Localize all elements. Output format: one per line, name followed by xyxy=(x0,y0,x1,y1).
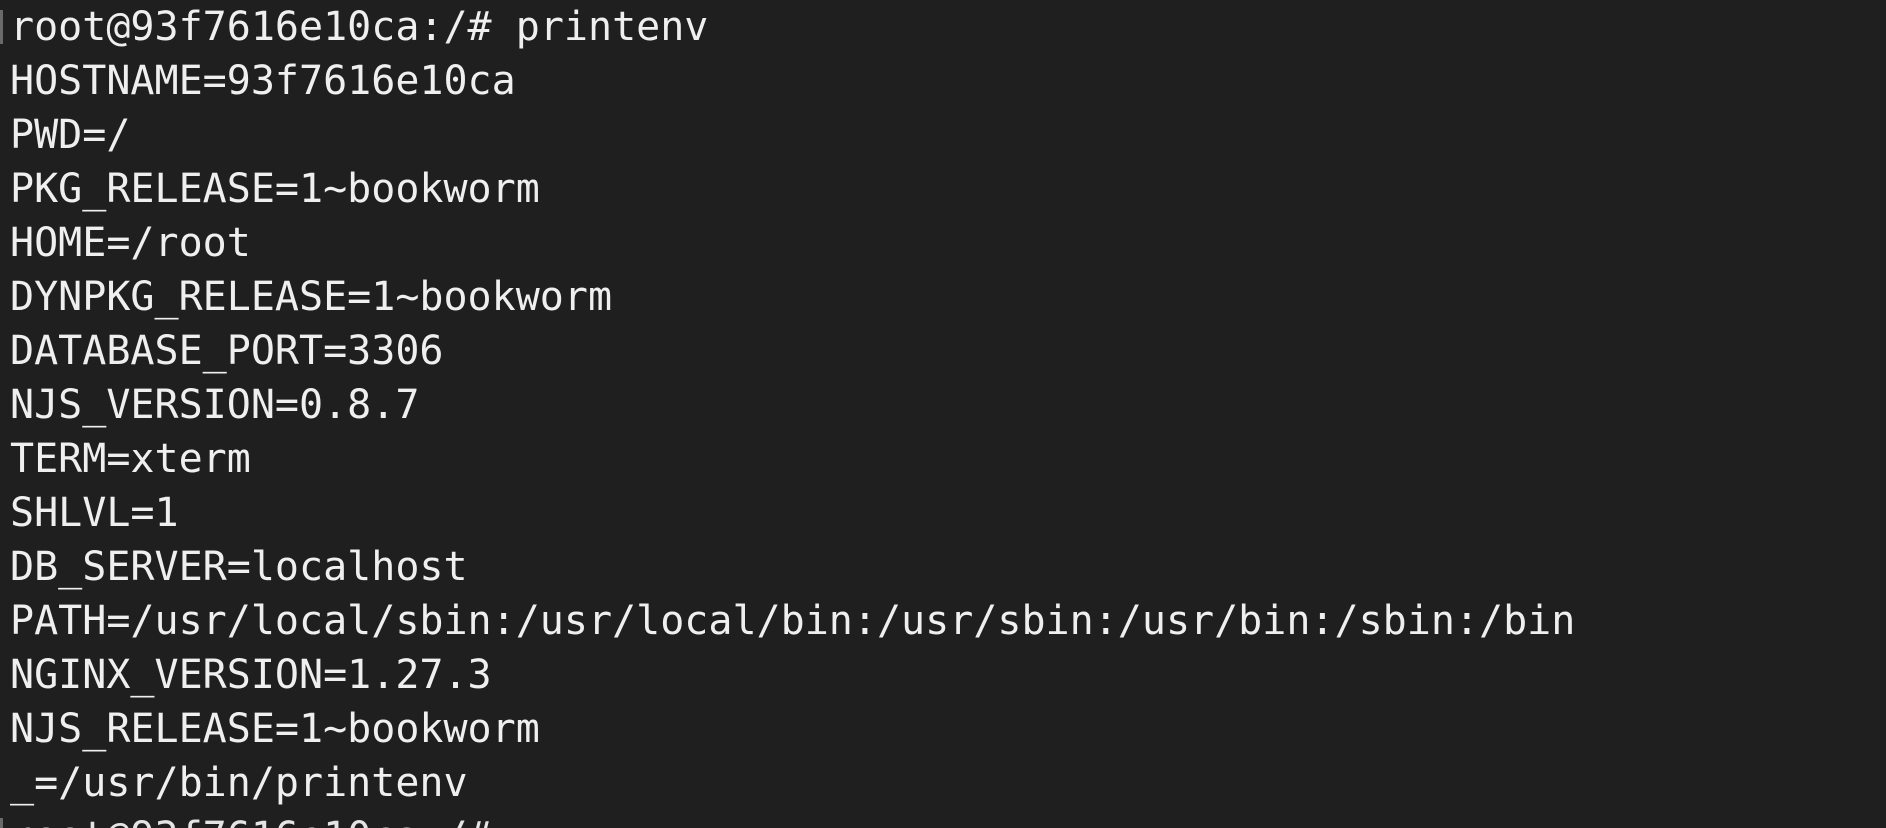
cursor-marker xyxy=(0,818,3,828)
output-line: NJS_VERSION=0.8.7 xyxy=(10,382,420,428)
output-line: _=/usr/bin/printenv xyxy=(10,760,468,806)
output-line: HOSTNAME=93f7616e10ca xyxy=(10,58,516,104)
output-line: NGINX_VERSION=1.27.3 xyxy=(10,652,492,698)
command-text: printenv xyxy=(515,4,709,50)
output-line: DATABASE_PORT=3306 xyxy=(10,328,444,374)
output-line: PWD=/ xyxy=(10,112,131,158)
output-line: PATH=/usr/local/sbin:/usr/local/bin:/usr… xyxy=(10,598,1576,644)
output-line: TERM=xterm xyxy=(10,436,251,482)
next-prompt-line[interactable]: root@93f7616e10ca:/# xyxy=(10,810,1886,828)
output-line: HOME=/root xyxy=(10,220,251,266)
output-line: DYNPKG_RELEASE=1~bookworm xyxy=(10,274,613,320)
terminal-window[interactable]: root@93f7616e10ca:/# printenv HOSTNAME=9… xyxy=(0,0,1886,828)
output-line: NJS_RELEASE=1~bookworm xyxy=(10,706,540,752)
command-line: root@93f7616e10ca:/# printenv xyxy=(10,0,1886,54)
output-line: DB_SERVER=localhost xyxy=(10,544,468,590)
output-line: PKG_RELEASE=1~bookworm xyxy=(10,166,540,212)
cursor-marker xyxy=(0,10,3,44)
shell-prompt: root@93f7616e10ca:/# xyxy=(10,814,492,828)
output-line: SHLVL=1 xyxy=(10,490,179,536)
shell-prompt: root@93f7616e10ca:/# xyxy=(10,4,492,50)
